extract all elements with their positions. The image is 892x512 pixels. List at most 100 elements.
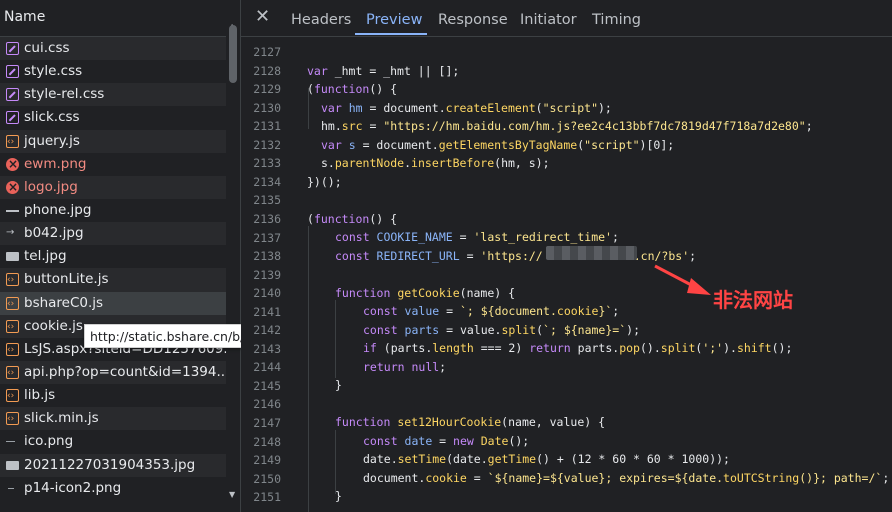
line-number: 2141 [253, 304, 281, 319]
code-line-2140: function getCookie(name) { [335, 286, 516, 300]
request-name: logo.jpg [24, 178, 78, 195]
code-line-2133: s.parentNode.insertBefore(hm, s); [321, 156, 550, 170]
request-row[interactable]: tel.jpg [0, 245, 226, 268]
request-name: p14-icon2.png [24, 479, 122, 496]
js-icon [6, 339, 19, 361]
line-number: 2147 [253, 416, 281, 430]
request-row[interactable]: logo.jpg [0, 175, 226, 199]
request-row[interactable]: api.php?op=count&id=1394... [0, 360, 226, 385]
request-row[interactable]: p14-icon2.png [0, 477, 226, 500]
scroll-down-icon[interactable]: ▼ [229, 490, 235, 499]
code-line-2147: function set12HourCookie(name, value) { [335, 415, 606, 429]
line-number: 2143 [253, 341, 281, 356]
line-number: 2134 [253, 174, 281, 189]
css-icon [6, 42, 19, 55]
code-line-2134: })(); [307, 175, 342, 189]
code-line-2144: return null; [363, 360, 447, 374]
request-name: bshareC0.js [24, 294, 104, 311]
line-number: 2151 [253, 490, 281, 505]
request-name: lib.js [24, 387, 56, 404]
close-icon[interactable]: ✕ [255, 6, 270, 27]
js-icon [6, 269, 19, 292]
request-list-scrollbar[interactable]: ▲ ▼ [226, 20, 240, 512]
indent-guide [308, 226, 309, 512]
request-row[interactable]: bshareC0.js [0, 291, 226, 315]
image-icon [6, 222, 19, 244]
tab-response[interactable]: Response [438, 12, 508, 28]
name-column-header[interactable]: Name [0, 0, 240, 37]
code-line-2148: const date = new Date(); [363, 434, 530, 448]
request-name: cui.css [24, 40, 70, 56]
request-row[interactable]: cui.css [0, 37, 226, 61]
line-number: 2137 [253, 230, 281, 245]
request-name: ico.png [24, 433, 74, 450]
code-preview[interactable]: 2127 2128 2129 2130 2131 2132 2133 2134 2135 2136… [241, 37, 892, 512]
request-row[interactable]: slick.css [0, 106, 226, 129]
request-name: slick.css [24, 109, 80, 126]
request-detail-panel: ✕ Headers Preview Response Initiator Tim… [241, 0, 892, 512]
tab-headers[interactable]: Headers [291, 12, 351, 28]
code-line-2150: document.cookie = `${name}=${value}; exp… [363, 471, 890, 485]
network-request-list-panel: Name cui.css style.css style-rel.css slick.… [0, 0, 318, 512]
line-number: 2139 [253, 267, 281, 282]
request-name: style-rel.css [24, 86, 105, 103]
image-icon [8, 487, 14, 489]
request-name: 20211227031904353.jpg [24, 456, 196, 473]
request-row[interactable]: phone.jpg [0, 199, 226, 222]
request-row[interactable]: jquery.js [0, 129, 226, 153]
request-row[interactable]: lib.js [0, 384, 226, 407]
indent-guide [335, 300, 336, 378]
request-name: b042.jpg [24, 225, 84, 242]
request-row[interactable]: 20211227031904353.jpg [0, 453, 226, 477]
tab-preview[interactable]: Preview [366, 12, 422, 28]
code-line-2130: var hm = document.createElement("script"… [321, 101, 612, 115]
code-line-2129: (function() { [307, 82, 398, 96]
code-line-2136: (function() { [307, 212, 398, 226]
annotation-arrow-icon [654, 264, 711, 295]
request-name: phone.jpg [24, 201, 92, 218]
line-number: 2140 [253, 286, 281, 301]
active-tab-indicator [355, 33, 427, 35]
tab-timing[interactable]: Timing [592, 12, 641, 28]
code-line-2149: date.setTime(date.getTime() + (12 * 60 *… [363, 452, 730, 466]
js-icon [6, 408, 19, 430]
annotation-label: 非法网站 [713, 288, 793, 312]
code-line-2142: const parts = value.split(`; ${name}=`); [363, 323, 640, 337]
name-column-label: Name [4, 9, 46, 25]
line-number: 2146 [253, 397, 281, 412]
request-row[interactable]: b042.jpg [0, 222, 226, 246]
code-line-2151: } [335, 489, 342, 503]
line-number: 2131 [253, 119, 281, 134]
request-row[interactable]: ico.png [0, 430, 226, 453]
line-number: 2144 [253, 360, 281, 375]
line-number: 2128 [253, 63, 281, 78]
tab-initiator[interactable]: Initiator [520, 12, 577, 28]
request-row[interactable]: slick.min.js [0, 407, 226, 431]
request-row[interactable]: buttonLite.js [0, 268, 226, 292]
request-name: api.php?op=count&id=1394... [24, 363, 226, 380]
code-line-2145: } [335, 378, 342, 392]
js-icon [6, 131, 19, 153]
request-row[interactable]: style.css [0, 60, 226, 83]
code-line-2132: var s = document.getElementsByTagName("s… [321, 138, 675, 152]
request-row[interactable]: ewm.png [0, 153, 226, 176]
line-number: 2150 [253, 471, 281, 486]
request-row[interactable]: style-rel.css [0, 83, 226, 107]
scrollbar-thumb[interactable] [229, 25, 237, 83]
css-icon [6, 111, 19, 125]
line-number: 2149 [253, 453, 281, 468]
request-list: cui.css style.css style-rel.css slick.css jq… [0, 37, 226, 500]
css-icon [6, 65, 19, 79]
error-icon [6, 153, 19, 176]
js-icon [6, 316, 19, 338]
request-name: buttonLite.js [24, 271, 109, 288]
image-icon [6, 252, 19, 262]
js-icon [6, 385, 19, 407]
request-name: slick.min.js [24, 410, 99, 427]
detail-tab-bar: ✕ Headers Preview Response Initiator Tim… [241, 0, 892, 37]
code-line-2143: if (parts.length === 2) return parts.pop… [363, 341, 793, 355]
line-number: 2145 [253, 378, 281, 393]
error-icon [6, 176, 19, 199]
js-icon [6, 293, 19, 315]
request-name: tel.jpg [24, 248, 67, 265]
